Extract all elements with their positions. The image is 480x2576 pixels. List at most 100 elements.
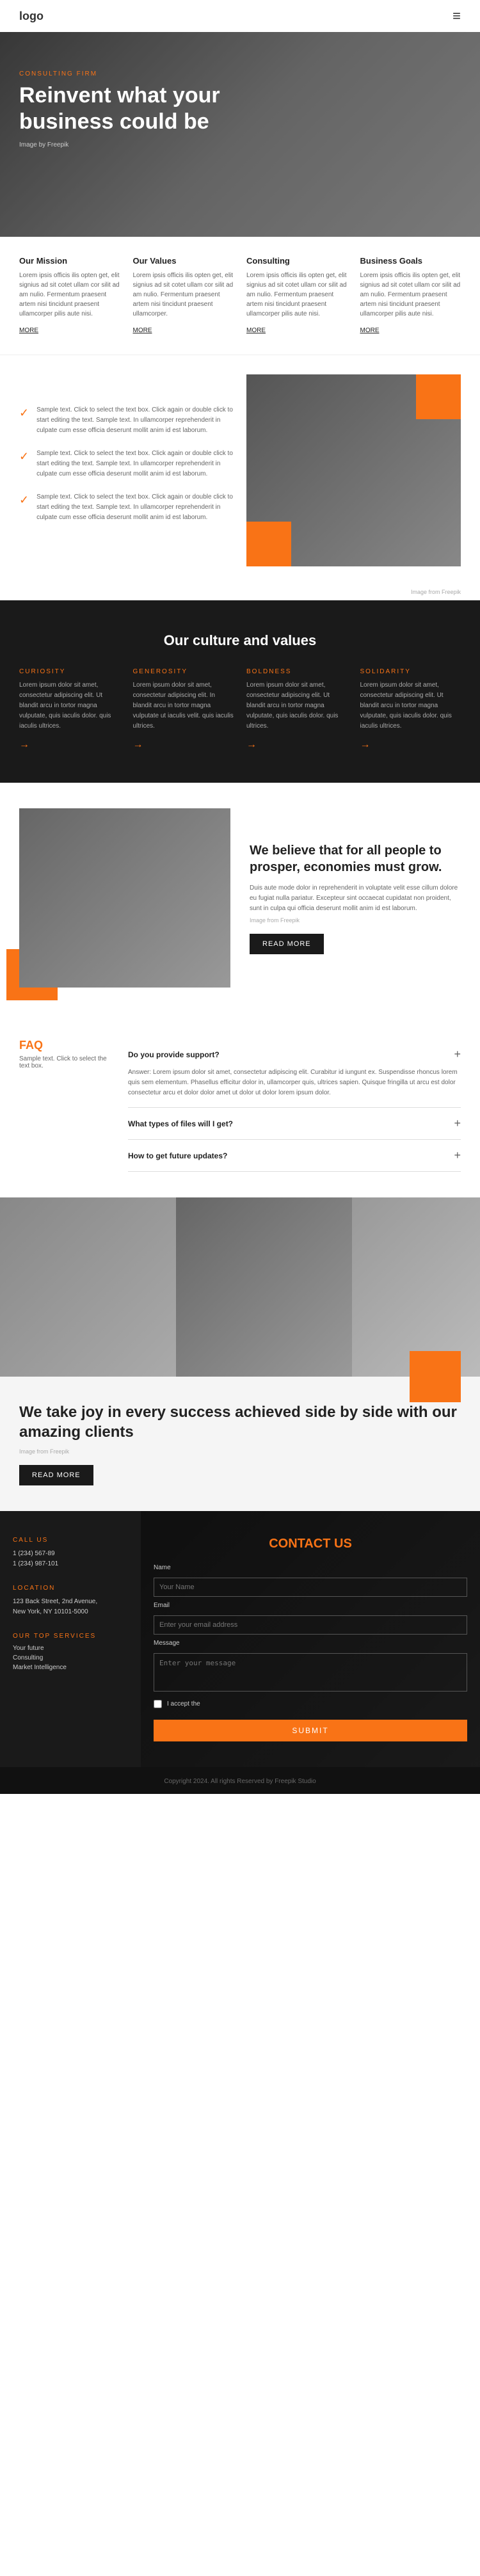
clients-credit: Image from Freepik xyxy=(19,1448,461,1455)
feature-item-2: ✓ Sample text. Click to select the text … xyxy=(19,449,234,479)
faq-answer-0: Answer: Lorem ipsum dolor sit amet, cons… xyxy=(128,1068,461,1098)
culture-col-generosity: GENEROSITY Lorem ipsum dolor sit amet, c… xyxy=(133,668,234,751)
contact-left: CALL US 1 (234) 567-89 1 (234) 987-101 L… xyxy=(0,1511,141,1767)
faq-layout: FAQ Sample text. Click to select the tex… xyxy=(19,1039,461,1172)
orange-accent-top xyxy=(416,374,461,419)
contact-title: CONTACT US xyxy=(154,1537,467,1551)
message-input[interactable] xyxy=(154,1653,467,1692)
culture-text-solidarity: Lorem ipsum dolor sit amet, consectetur … xyxy=(360,680,461,732)
clients-orange-block xyxy=(410,1351,461,1402)
contact-services-list: Your future Consulting Market Intelligen… xyxy=(13,1645,128,1671)
faq-plus-2: + xyxy=(454,1149,461,1162)
culture-col-boldness: BOLDNESS Lorem ipsum dolor sit amet, con… xyxy=(246,668,348,751)
menu-button[interactable]: ≡ xyxy=(452,8,461,24)
contact-services-block: OUR TOP SERVICES Your future Consulting … xyxy=(13,1633,128,1671)
faq-item-0[interactable]: Do you provide support? + Answer: Lorem … xyxy=(128,1039,461,1108)
name-input[interactable] xyxy=(154,1578,467,1597)
feature-item-1: ✓ Sample text. Click to select the text … xyxy=(19,405,234,436)
info-text-consulting: Lorem ipsis officis ilis opten get, elit… xyxy=(246,271,348,319)
client-image-3 xyxy=(352,1197,480,1377)
contact-section: CALL US 1 (234) 567-89 1 (234) 987-101 L… xyxy=(0,1511,480,1767)
faq-item-1[interactable]: What types of files will I get? + xyxy=(128,1108,461,1140)
faq-heading: FAQ xyxy=(19,1039,109,1052)
culture-arrow-curiosity[interactable]: → xyxy=(19,739,29,750)
culture-arrow-solidarity[interactable]: → xyxy=(360,739,371,750)
hero-tag: CONSULTING FIRM xyxy=(19,70,224,77)
faq-section: FAQ Sample text. Click to select the tex… xyxy=(0,1013,480,1197)
clients-read-more-button[interactable]: READ MORE xyxy=(19,1465,93,1485)
info-col-goals: Business Goals Lorem ipsis officis ilis … xyxy=(360,256,461,335)
culture-col-solidarity: SOLIDARITY Lorem ipsum dolor sit amet, c… xyxy=(360,668,461,751)
info-title-mission: Our Mission xyxy=(19,256,120,266)
features-section: ✓ Sample text. Click to select the text … xyxy=(0,355,480,586)
feature-text-2: Sample text. Click to select the text bo… xyxy=(36,449,234,479)
features-credit: Image from Freepik xyxy=(411,589,461,595)
culture-text-curiosity: Lorem ipsum dolor sit amet, consectetur … xyxy=(19,680,120,732)
info-more-consulting[interactable]: MORE xyxy=(246,327,266,334)
header: logo ≡ xyxy=(0,0,480,32)
info-more-values[interactable]: MORE xyxy=(133,327,152,334)
submit-button[interactable]: SUBMIT xyxy=(154,1720,467,1741)
feature-text-3: Sample text. Click to select the text bo… xyxy=(36,492,234,523)
faq-question-2: How to get future updates? xyxy=(128,1151,227,1160)
check-icon-2: ✓ xyxy=(19,450,29,463)
culture-text-boldness: Lorem ipsum dolor sit amet, consectetur … xyxy=(246,680,348,732)
orange-accent-bottom xyxy=(246,522,291,566)
service-item-0: Your future xyxy=(13,1645,128,1652)
checkbox-label: I accept the xyxy=(167,1700,200,1708)
culture-arrow-generosity[interactable]: → xyxy=(133,739,143,750)
believe-text: Duis aute mode dolor in reprehenderit in… xyxy=(250,883,461,914)
faq-item-2[interactable]: How to get future updates? + xyxy=(128,1140,461,1172)
believe-content: We believe that for all people to prospe… xyxy=(250,842,461,954)
culture-tag-solidarity: SOLIDARITY xyxy=(360,668,461,675)
faq-items: Do you provide support? + Answer: Lorem … xyxy=(128,1039,461,1172)
features-list: ✓ Sample text. Click to select the text … xyxy=(19,405,234,536)
contact-form: Name Email Message I accept the SUBMIT xyxy=(154,1564,467,1741)
believe-image-container xyxy=(19,808,230,988)
client-image-1 xyxy=(0,1197,176,1377)
culture-arrow-boldness[interactable]: → xyxy=(246,739,257,750)
info-more-goals[interactable]: MORE xyxy=(360,327,380,334)
culture-tag-generosity: GENEROSITY xyxy=(133,668,234,675)
faq-item-header-2: How to get future updates? + xyxy=(128,1149,461,1162)
culture-section: Our culture and values CURIOSITY Lorem i… xyxy=(0,600,480,783)
checkbox-row: I accept the xyxy=(154,1700,467,1708)
hero-content: CONSULTING FIRM Reinvent what your busin… xyxy=(19,70,224,148)
feature-item-3: ✓ Sample text. Click to select the text … xyxy=(19,492,234,523)
info-text-goals: Lorem ipsis officis ilis opten get, elit… xyxy=(360,271,461,319)
contact-form-container: CONTACT US Name Email Message I accept t… xyxy=(141,1511,480,1767)
faq-sub: Sample text. Click to select the text bo… xyxy=(19,1055,109,1069)
name-label: Name xyxy=(154,1564,467,1571)
feature-text-1: Sample text. Click to select the text bo… xyxy=(36,405,234,436)
contact-location-label: LOCATION xyxy=(13,1585,128,1592)
faq-question-1: What types of files will I get? xyxy=(128,1119,233,1128)
faq-item-header-0: Do you provide support? + xyxy=(128,1048,461,1061)
contact-location-value: 123 Back Street, 2nd Avenue, New York, N… xyxy=(13,1597,128,1617)
contact-call-label: CALL US xyxy=(13,1537,128,1544)
culture-text-generosity: Lorem ipsum dolor sit amet, consectetur … xyxy=(133,680,234,732)
contact-location-block: LOCATION 123 Back Street, 2nd Avenue, Ne… xyxy=(13,1585,128,1617)
footer-text: Copyright 2024. All rights Reserved by F… xyxy=(164,1778,316,1785)
info-more-mission[interactable]: MORE xyxy=(19,327,38,334)
hero-credit: Image by Freepik xyxy=(19,141,224,148)
info-title-values: Our Values xyxy=(133,256,234,266)
accept-checkbox[interactable] xyxy=(154,1700,162,1708)
believe-read-more-button[interactable]: READ MORE xyxy=(250,934,324,954)
info-text-mission: Lorem ipsis officis ilis opten get, elit… xyxy=(19,271,120,319)
info-text-values: Lorem ipsis officis ilis opten get, elit… xyxy=(133,271,234,319)
clients-content: We take joy in every success achieved si… xyxy=(0,1377,480,1511)
service-item-2: Market Intelligence xyxy=(13,1664,128,1671)
check-icon-3: ✓ xyxy=(19,493,29,507)
footer: Copyright 2024. All rights Reserved by F… xyxy=(0,1767,480,1794)
email-input[interactable] xyxy=(154,1615,467,1635)
faq-plus-0: + xyxy=(454,1048,461,1061)
culture-tag-curiosity: CURIOSITY xyxy=(19,668,120,675)
info-title-goals: Business Goals xyxy=(360,256,461,266)
client-image-2 xyxy=(176,1197,352,1377)
contact-call-value: 1 (234) 567-89 1 (234) 987-101 xyxy=(13,1549,128,1569)
believe-credit: Image from Freepik xyxy=(250,917,461,924)
features-image xyxy=(246,374,461,566)
clients-section: We take joy in every success achieved si… xyxy=(0,1197,480,1511)
check-icon-1: ✓ xyxy=(19,406,29,420)
info-section: Our Mission Lorem ipsis officis ilis opt… xyxy=(0,237,480,355)
